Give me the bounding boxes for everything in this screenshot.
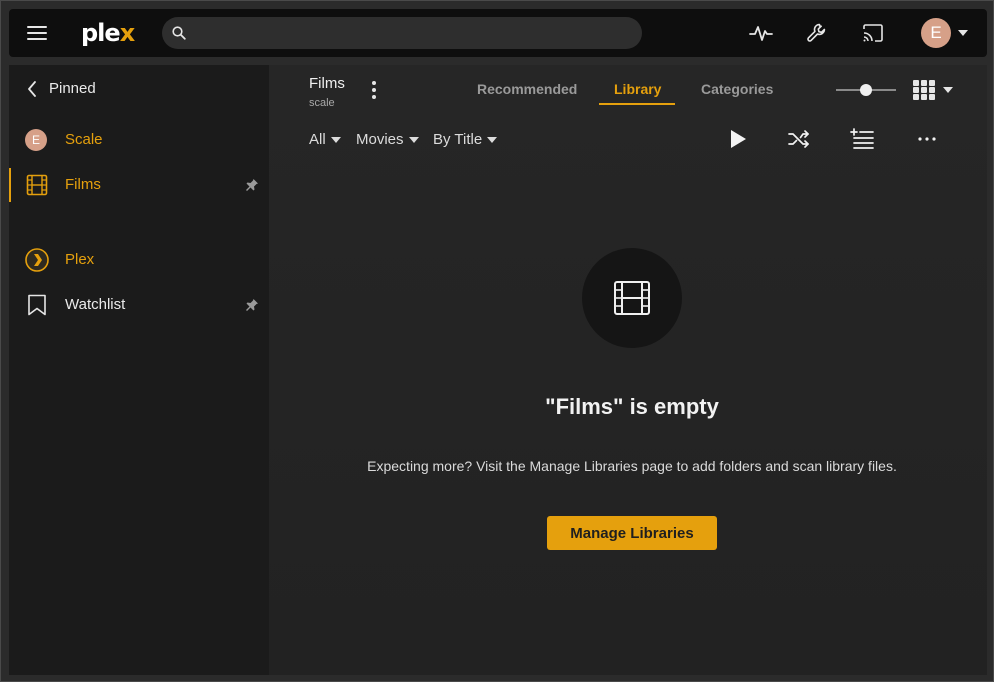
empty-state-circle — [582, 248, 682, 348]
active-indicator — [9, 168, 11, 202]
sidebar-pinned-label: Pinned — [49, 80, 96, 97]
sidebar-item-plex[interactable]: Plex — [9, 240, 269, 280]
filter-type-dropdown[interactable]: Movies — [356, 131, 419, 148]
wrench-icon[interactable] — [805, 21, 829, 45]
library-content: Films scale Recommended Library Categori… — [269, 65, 987, 675]
library-server-name: scale — [309, 97, 335, 109]
chevron-down-icon — [408, 137, 419, 144]
sidebar-item-films[interactable]: Films — [9, 165, 269, 205]
top-bar: plex E — [9, 9, 987, 57]
film-icon — [614, 281, 650, 315]
add-to-queue-icon[interactable] — [850, 127, 874, 151]
chevron-down-icon — [330, 137, 341, 144]
menu-icon[interactable] — [27, 26, 47, 40]
chevron-left-icon — [28, 81, 36, 97]
library-more-icon[interactable] — [371, 81, 377, 99]
user-avatar[interactable]: E — [921, 18, 951, 48]
filter-all-dropdown[interactable]: All — [309, 131, 341, 148]
pin-icon[interactable] — [245, 298, 259, 312]
library-title: Films — [309, 75, 345, 92]
sidebar-item-label: Scale — [65, 131, 103, 148]
tab-categories[interactable]: Categories — [701, 81, 773, 97]
chevron-down-icon[interactable] — [958, 30, 968, 36]
tab-active-underline — [599, 103, 675, 105]
sidebar-item-watchlist[interactable]: Watchlist — [9, 285, 269, 325]
sort-dropdown[interactable]: By Title — [433, 131, 498, 148]
cast-icon[interactable] — [861, 21, 885, 45]
sidebar-item-label: Watchlist — [65, 296, 126, 313]
sidebar-item-scale[interactable]: E Scale — [9, 120, 269, 160]
chevron-down-icon — [487, 137, 498, 144]
activity-icon[interactable] — [749, 21, 773, 45]
search-icon — [172, 26, 186, 40]
app-window: plex E Pinned E Scale Films Plex Watchli… — [0, 0, 994, 682]
search-input[interactable] — [196, 17, 626, 49]
manage-libraries-button[interactable]: Manage Libraries — [547, 516, 717, 550]
bookmark-icon — [28, 294, 46, 316]
sidebar-pinned-header[interactable]: Pinned — [9, 69, 269, 109]
sidebar: Pinned E Scale Films Plex Watchlist — [9, 65, 269, 675]
empty-state-description: Expecting more? Visit the Manage Librari… — [367, 458, 897, 474]
plex-icon — [25, 248, 49, 272]
empty-state-title: "Films" is empty — [545, 394, 719, 419]
sidebar-item-label: Films — [65, 176, 101, 193]
slider-handle[interactable] — [860, 84, 872, 96]
tab-recommended[interactable]: Recommended — [477, 81, 577, 97]
grid-view-icon[interactable] — [913, 80, 935, 100]
film-icon — [26, 174, 48, 196]
pin-icon[interactable] — [245, 178, 259, 192]
server-avatar: E — [25, 129, 47, 151]
shuffle-icon[interactable] — [787, 127, 811, 151]
sidebar-item-label: Plex — [65, 251, 95, 268]
search-bar[interactable] — [162, 17, 642, 49]
tab-library[interactable]: Library — [614, 81, 661, 97]
play-icon[interactable] — [725, 127, 749, 151]
chevron-down-icon[interactable] — [943, 87, 953, 93]
more-icon[interactable] — [915, 127, 939, 151]
plex-logo[interactable]: plex — [81, 18, 135, 48]
